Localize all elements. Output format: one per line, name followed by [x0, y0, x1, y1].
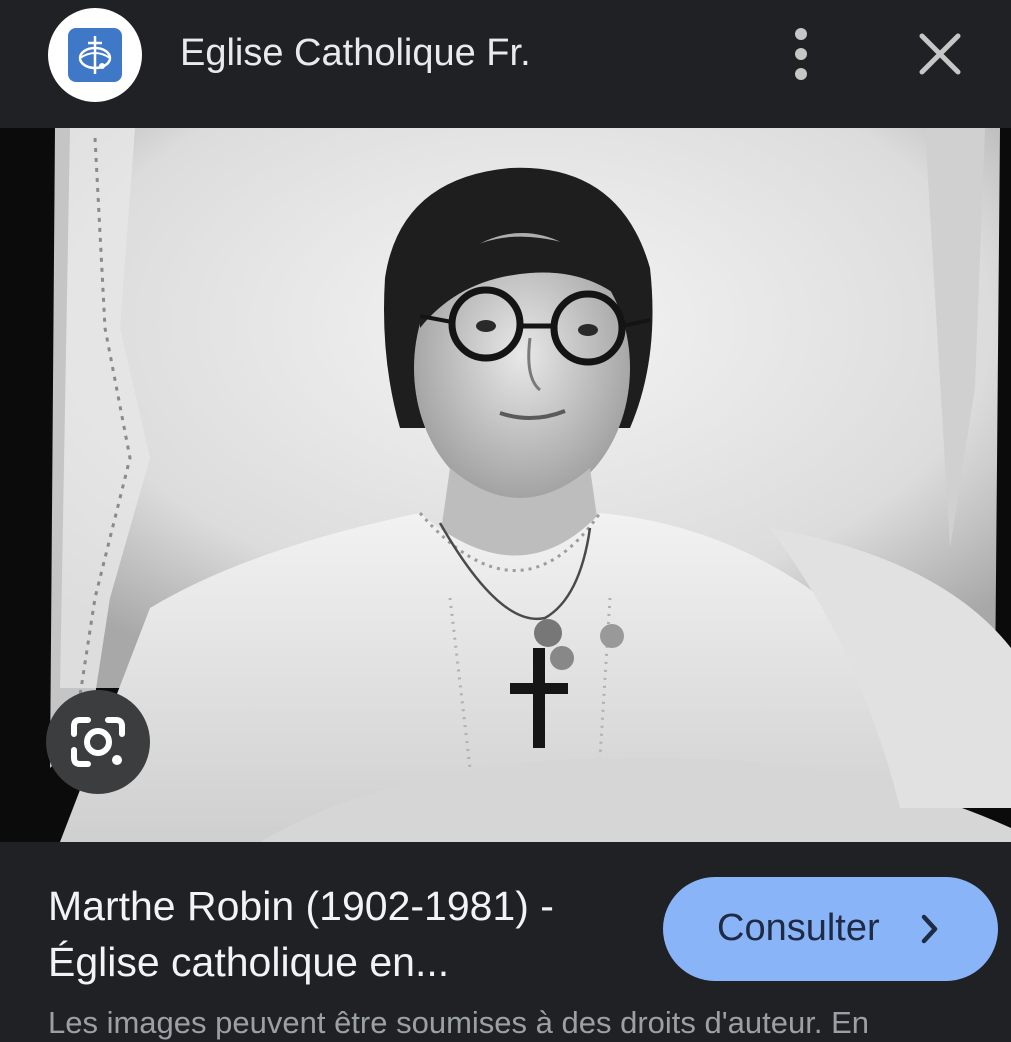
eglise-catholique-logo-icon: [68, 28, 122, 82]
site-logo[interactable]: [48, 8, 142, 102]
copyright-disclaimer: Les images peuvent être soumises à des d…: [48, 1005, 870, 1040]
more-vert-icon[interactable]: [780, 26, 822, 82]
chevron-right-icon: [919, 911, 941, 952]
google-lens-icon[interactable]: [46, 690, 150, 794]
close-icon[interactable]: [912, 28, 968, 84]
preview-image[interactable]: [0, 128, 1011, 842]
result-title[interactable]: Marthe Robin (1902-1981) - Église cathol…: [48, 878, 648, 990]
consult-button-label: Consulter: [717, 907, 880, 949]
site-name[interactable]: Eglise Catholique Fr.: [180, 30, 531, 76]
consult-button[interactable]: Consulter: [663, 877, 998, 981]
header-bar: Eglise Catholique Fr.: [0, 0, 1011, 128]
